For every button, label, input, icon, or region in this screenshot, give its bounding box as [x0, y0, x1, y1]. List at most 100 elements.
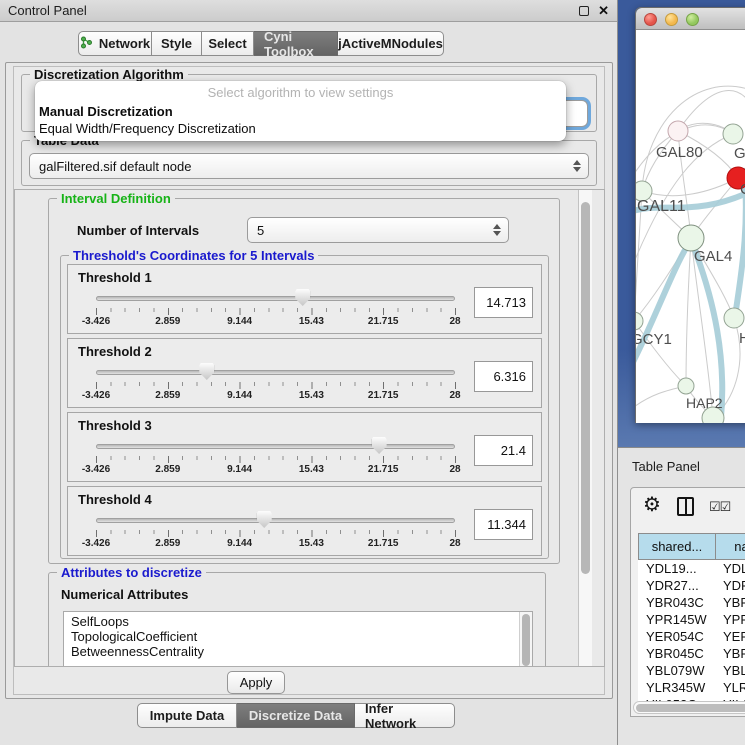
node-gal80[interactable]: [668, 121, 688, 141]
tab-jactivemnodules[interactable]: jActiveMNodules: [338, 31, 444, 56]
tab-impute-data[interactable]: Impute Data: [137, 703, 237, 728]
threshold-slider[interactable]: -3.426 2.859 9.144 15.43 21.715 28: [96, 339, 455, 409]
tab-select[interactable]: Select: [202, 31, 254, 56]
cell[interactable]: YBR045C: [638, 645, 715, 662]
list-scrollbar-thumb[interactable]: [522, 614, 530, 666]
table-row[interactable]: YER054CYER0: [638, 628, 745, 645]
node-label: GAL11: [637, 198, 686, 215]
network-icon: [80, 36, 93, 52]
list-item[interactable]: TopologicalCoefficient: [64, 629, 532, 644]
node[interactable]: [723, 124, 743, 144]
threshold-value-field[interactable]: 21.4: [474, 435, 533, 466]
table-row[interactable]: YBL079WYBL0: [638, 662, 745, 679]
tab-cyni-toolbox[interactable]: Cyni Toolbox: [254, 31, 338, 56]
tab-network[interactable]: Network: [78, 31, 152, 56]
tick-label: 28: [449, 464, 460, 475]
threshold-slider[interactable]: -3.426 2.859 9.144 15.43 21.715 28: [96, 265, 455, 335]
number-of-intervals-combobox[interactable]: 5: [247, 217, 509, 243]
threshold-slider[interactable]: -3.426 2.859 9.144 15.43 21.715 28: [96, 487, 455, 557]
slider-handle[interactable]: [372, 437, 387, 454]
tick-label: 2.859: [155, 464, 180, 475]
node-hap2[interactable]: [678, 378, 694, 394]
table-hscrollbar-thumb[interactable]: [636, 704, 745, 712]
tick-label: 2.859: [155, 390, 180, 401]
tick-label: -3.426: [82, 538, 110, 549]
tab-style[interactable]: Style: [152, 31, 202, 56]
cell[interactable]: YPR145W: [638, 611, 715, 628]
zoom-traffic-light[interactable]: [686, 13, 699, 26]
slider-track[interactable]: [96, 370, 455, 375]
table-row[interactable]: YBR043CYBR0: [638, 594, 745, 611]
table-data-combobox[interactable]: galFiltered.sif default node: [29, 153, 589, 179]
close-icon[interactable]: ✕: [598, 6, 609, 16]
settings-scrollbar-thumb[interactable]: [581, 202, 590, 574]
cell[interactable]: YBL0: [715, 662, 745, 679]
tick-label: 21.715: [368, 464, 399, 475]
network-canvas[interactable]: GAL80 GA C GAL11 GAL4 GCY1 H HAP2: [636, 30, 745, 423]
cell[interactable]: YDL19...: [638, 560, 715, 577]
table-row[interactable]: YBR045CYBR0: [638, 645, 745, 662]
number-of-intervals-label: Number of Intervals: [77, 223, 199, 238]
cell[interactable]: YBR043C: [638, 594, 715, 611]
tick-label: 28: [449, 390, 460, 401]
table-horizontal-scrollbar[interactable]: [633, 701, 745, 714]
minimize-traffic-light[interactable]: [665, 13, 678, 26]
column-header-name[interactable]: na: [716, 534, 745, 559]
threshold-value-field[interactable]: 11.344: [474, 509, 533, 540]
cell[interactable]: YER0: [715, 628, 745, 645]
cell[interactable]: YDR2: [715, 577, 745, 594]
slider-track[interactable]: [96, 518, 455, 523]
threshold-value-field[interactable]: 6.316: [474, 361, 533, 392]
column-header-shared[interactable]: shared...: [639, 534, 716, 559]
checkbox-columns-icon[interactable]: ☑☑: [709, 499, 730, 515]
node-label: H: [739, 330, 745, 347]
slider-track[interactable]: [96, 296, 455, 301]
apply-button[interactable]: Apply: [227, 671, 285, 694]
numerical-attributes-list[interactable]: SelfLoops TopologicalCoefficient Between…: [63, 611, 533, 667]
slider-ticks-major: [96, 456, 456, 463]
cell[interactable]: YER054C: [638, 628, 715, 645]
slider-handle[interactable]: [257, 511, 272, 528]
table-row[interactable]: YLR345WYLR3: [638, 679, 745, 696]
table-row[interactable]: YPR145WYPR1: [638, 611, 745, 628]
table-panel-region: Table Panel ⚙ ☑☑ shared... na YDL19...YD…: [618, 447, 745, 745]
list-item[interactable]: BetweennessCentrality: [64, 644, 532, 659]
network-window-titlebar[interactable]: [636, 8, 745, 30]
node[interactable]: [724, 308, 744, 328]
dropdown-option-manual[interactable]: Manual Discretization: [35, 103, 566, 120]
cell[interactable]: YBL079W: [638, 662, 715, 679]
float-window-icon[interactable]: [579, 6, 589, 16]
node-gcy1[interactable]: [636, 312, 643, 330]
column-layout-icon[interactable]: [677, 497, 694, 516]
tab-discretize-data[interactable]: Discretize Data: [237, 703, 355, 728]
control-panel-titlebar: Control Panel ✕: [0, 0, 617, 22]
cell[interactable]: YLR3: [715, 679, 745, 696]
cell[interactable]: YBR0: [715, 645, 745, 662]
table-header-row: shared... na: [638, 533, 745, 560]
list-scrollbar[interactable]: [519, 612, 532, 667]
slider-handle[interactable]: [199, 363, 214, 380]
close-traffic-light[interactable]: [644, 13, 657, 26]
threshold-value-field[interactable]: 14.713: [474, 287, 533, 318]
slider-handle[interactable]: [295, 289, 310, 306]
tab-network-label: Network: [99, 36, 150, 51]
tab-infer-network[interactable]: Infer Network: [355, 703, 455, 728]
cell[interactable]: YDL1: [715, 560, 745, 577]
cell[interactable]: YDR27...: [638, 577, 715, 594]
slider-ticks-major: [96, 308, 456, 315]
threshold-slider[interactable]: -3.426 2.859 9.144 15.43 21.715 28: [96, 413, 455, 483]
settings-scrollbar[interactable]: [578, 190, 592, 666]
stepper-arrows-icon: [573, 160, 581, 172]
slider-track[interactable]: [96, 444, 455, 449]
cell[interactable]: YPR1: [715, 611, 745, 628]
cell[interactable]: YLR345W: [638, 679, 715, 696]
table-row[interactable]: YDR27...YDR2: [638, 577, 745, 594]
top-tab-bar: Network Style Select Cyni Toolbox jActiv…: [78, 31, 444, 56]
thresholds-group: Threshold's Coordinates for 5 Intervals …: [60, 255, 549, 559]
dropdown-option-equal-width[interactable]: Equal Width/Frequency Discretization: [35, 120, 566, 137]
list-item[interactable]: SelfLoops: [64, 614, 532, 629]
cell[interactable]: YBR0: [715, 594, 745, 611]
table-row[interactable]: YDL19...YDL1: [638, 560, 745, 577]
algorithm-group-title: Discretization Algorithm: [30, 67, 188, 82]
gear-icon[interactable]: ⚙: [643, 492, 661, 517]
